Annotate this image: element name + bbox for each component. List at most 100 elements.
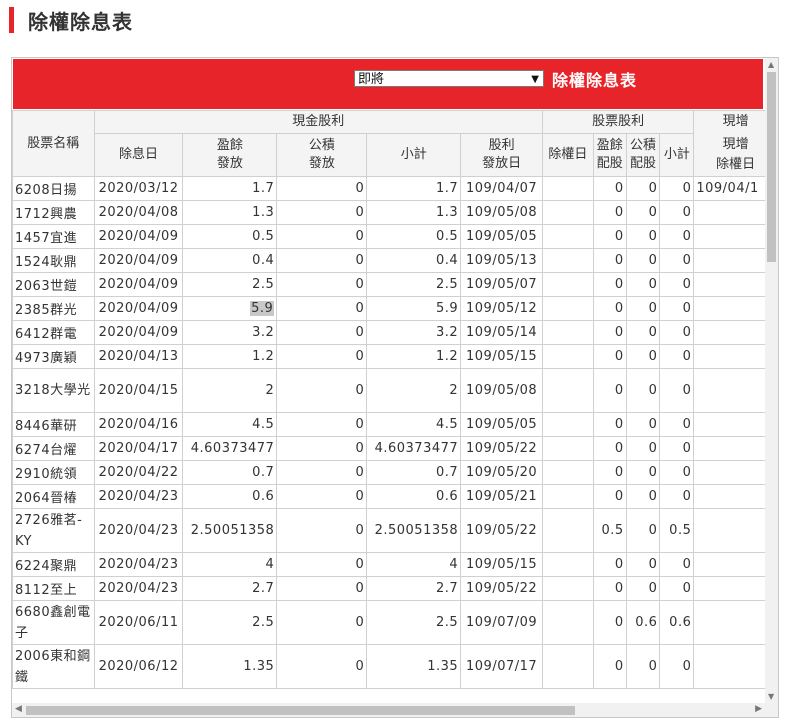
cell-earnings-alloc: 0 [592, 576, 627, 601]
col-group-cash: 現金股利 [93, 110, 544, 134]
cell-ex-right-date [542, 296, 594, 321]
cell-pay-date: 109/07/17 [460, 644, 543, 689]
cell-cash-subtotal: 0.7 [366, 460, 462, 485]
cell-ex-right-date [542, 436, 594, 461]
cell-ex-right-date [542, 600, 594, 645]
table-row[interactable]: 4973廣穎 2020/04/13 1.2 0 1.2 109/05/15 0 0 0 [12, 344, 778, 369]
table-row[interactable]: 2063世鎧 2020/04/09 2.5 0 2.5 109/05/07 0 0 0 [12, 272, 778, 297]
table-row[interactable]: 3218大學光 2020/04/15 2 0 2 109/05/08 0 0 0 [12, 368, 778, 413]
cell-stock-subtotal: 0 [659, 320, 695, 345]
cell-reserve-alloc: 0 [625, 272, 661, 297]
col-header-ex-div-date: 除息日 [93, 133, 184, 177]
cell-reserve-dist: 0 [276, 600, 368, 645]
vertical-scrollbar[interactable]: ▲ ▼ [765, 58, 778, 703]
scroll-down-icon[interactable]: ▼ [768, 692, 774, 701]
table-row[interactable]: 6208日揚 2020/03/12 1.7 0 1.7 109/04/07 0 0 0 109/0… [12, 176, 778, 201]
cell-pay-date: 109/04/07 [460, 176, 543, 201]
cell-ex-right-date [542, 344, 594, 369]
scroll-right-icon[interactable]: ▶ [755, 704, 762, 714]
cell-pay-date: 109/05/14 [460, 320, 543, 345]
table-row[interactable]: 8112至上 2020/04/23 2.7 0 2.7 109/05/22 0 0 0 [12, 576, 778, 601]
cell-stock-subtotal: 0 [659, 436, 695, 461]
title-accent-bar [9, 7, 14, 33]
cell-cash-subtotal: 2.5 [366, 272, 462, 297]
cell-stock-subtotal: 0 [659, 484, 695, 509]
table-row[interactable]: 6224聚鼎 2020/04/23 4 0 4 109/05/15 0 0 0 [12, 552, 778, 577]
cell-name: 2063世鎧 [12, 272, 95, 297]
cell-ex-right-date [542, 320, 594, 345]
horizontal-scrollbar[interactable]: ◀ ▶ [12, 703, 778, 717]
table-row[interactable]: 2726雅茗-KY 2020/04/23 2.50051358 0 2.50051358… [12, 508, 778, 553]
table-row[interactable]: 2006東和鋼鐵 2020/06/12 1.35 0 1.35 109/07/17 0 0 0 [12, 644, 778, 689]
cell-ex-div-date: 2020/04/16 [93, 412, 184, 437]
cell-earnings-dist: 2.5 [182, 272, 278, 297]
cell-reserve-alloc: 0 [625, 224, 661, 249]
cell-reserve-alloc: 0 [625, 412, 661, 437]
cell-earnings-dist: 1.35 [182, 644, 278, 689]
table-row[interactable]: 6680鑫創電子 2020/06/11 2.5 0 2.5 109/07/09 0 0.6 0.… [12, 600, 778, 645]
scroll-up-icon[interactable]: ▲ [768, 60, 774, 69]
panel-header-title: 除權除息表 [552, 71, 638, 90]
cell-ex-right-date [542, 200, 594, 225]
cell-reserve-dist: 0 [276, 508, 368, 553]
cell-reserve-alloc: 0 [625, 436, 661, 461]
cell-stock-subtotal: 0 [659, 296, 695, 321]
cell-pay-date: 109/05/13 [460, 248, 543, 273]
cell-earnings-alloc: 0 [592, 600, 627, 645]
cell-reserve-dist: 0 [276, 552, 368, 577]
cell-name: 1457宜進 [12, 224, 95, 249]
cell-stock-subtotal: 0 [659, 248, 695, 273]
cell-pay-date: 109/05/22 [460, 508, 543, 553]
col-header-reserve-alloc: 公積 配股 [625, 133, 661, 177]
cell-earnings-dist: 0.7 [182, 460, 278, 485]
cell-name: 8112至上 [12, 576, 95, 601]
cell-stock-subtotal: 0 [659, 552, 695, 577]
cell-earnings-dist: 1.3 [182, 200, 278, 225]
table-row[interactable]: 1524耿鼎 2020/04/09 0.4 0 0.4 109/05/13 0 0 0 [12, 248, 778, 273]
cell-reserve-alloc: 0 [625, 508, 661, 553]
cell-stock-subtotal: 0 [659, 412, 695, 437]
cell-name: 4973廣穎 [12, 344, 95, 369]
cell-ex-right-date [542, 460, 594, 485]
period-select-value: 即將 [358, 72, 385, 87]
table-row[interactable]: 6412群電 2020/04/09 3.2 0 3.2 109/05/14 0 0 0 [12, 320, 778, 345]
cell-stock-subtotal: 0 [659, 460, 695, 485]
cell-reserve-dist: 0 [276, 296, 368, 321]
table-row[interactable]: 2064晉椿 2020/04/23 0.6 0 0.6 109/05/21 0 0 0 [12, 484, 778, 509]
cell-ex-div-date: 2020/06/12 [93, 644, 184, 689]
cell-reserve-alloc: 0 [625, 576, 661, 601]
cell-earnings-alloc: 0 [592, 436, 627, 461]
cell-name: 2064晉椿 [12, 484, 95, 509]
cell-reserve-dist: 0 [276, 248, 368, 273]
scroll-left-icon[interactable]: ◀ [15, 704, 22, 714]
cell-cash-subtotal: 0.4 [366, 248, 462, 273]
cell-ex-div-date: 2020/04/23 [93, 552, 184, 577]
cell-reserve-alloc: 0.6 [625, 600, 661, 645]
cell-ex-div-date: 2020/04/22 [93, 460, 184, 485]
table-row[interactable]: 2385群光 2020/04/09 5.9 0 5.9 109/05/12 0 0 0 [12, 296, 778, 321]
table-row[interactable]: 2910統領 2020/04/22 0.7 0 0.7 109/05/20 0 0 0 [12, 460, 778, 485]
cell-earnings-dist: 4.60373477 [182, 436, 278, 461]
period-select[interactable]: 即將 ▼ [354, 70, 544, 87]
cell-reserve-alloc: 0 [625, 176, 661, 201]
cell-ex-right-date [542, 248, 594, 273]
table-row[interactable]: 8446華研 2020/04/16 4.5 0 4.5 109/05/05 0 0 0 [12, 412, 778, 437]
table-row[interactable]: 1457宜進 2020/04/09 0.5 0 0.5 109/05/05 0 0 0 [12, 224, 778, 249]
cell-reserve-alloc: 0 [625, 200, 661, 225]
cell-ex-right-date [542, 552, 594, 577]
cell-ex-right-date [542, 368, 594, 413]
table-row[interactable]: 6274台燿 2020/04/17 4.60373477 0 4.60373477 109… [12, 436, 778, 461]
vertical-scroll-thumb[interactable] [767, 72, 776, 262]
cell-ex-right-date [542, 576, 594, 601]
cell-cash-subtotal: 0.5 [366, 224, 462, 249]
table-row[interactable]: 1712興農 2020/04/08 1.3 0 1.3 109/05/08 0 0 0 [12, 200, 778, 225]
cell-cash-subtotal: 1.35 [366, 644, 462, 689]
cell-earnings-alloc: 0 [592, 176, 627, 201]
horizontal-scroll-thumb[interactable] [26, 706, 575, 715]
cell-pay-date: 109/05/08 [460, 200, 543, 225]
cell-ex-div-date: 2020/04/08 [93, 200, 184, 225]
cell-reserve-alloc: 0 [625, 552, 661, 577]
cell-pay-date: 109/05/22 [460, 576, 543, 601]
cell-ex-div-date: 2020/04/13 [93, 344, 184, 369]
cell-earnings-alloc: 0 [592, 368, 627, 413]
